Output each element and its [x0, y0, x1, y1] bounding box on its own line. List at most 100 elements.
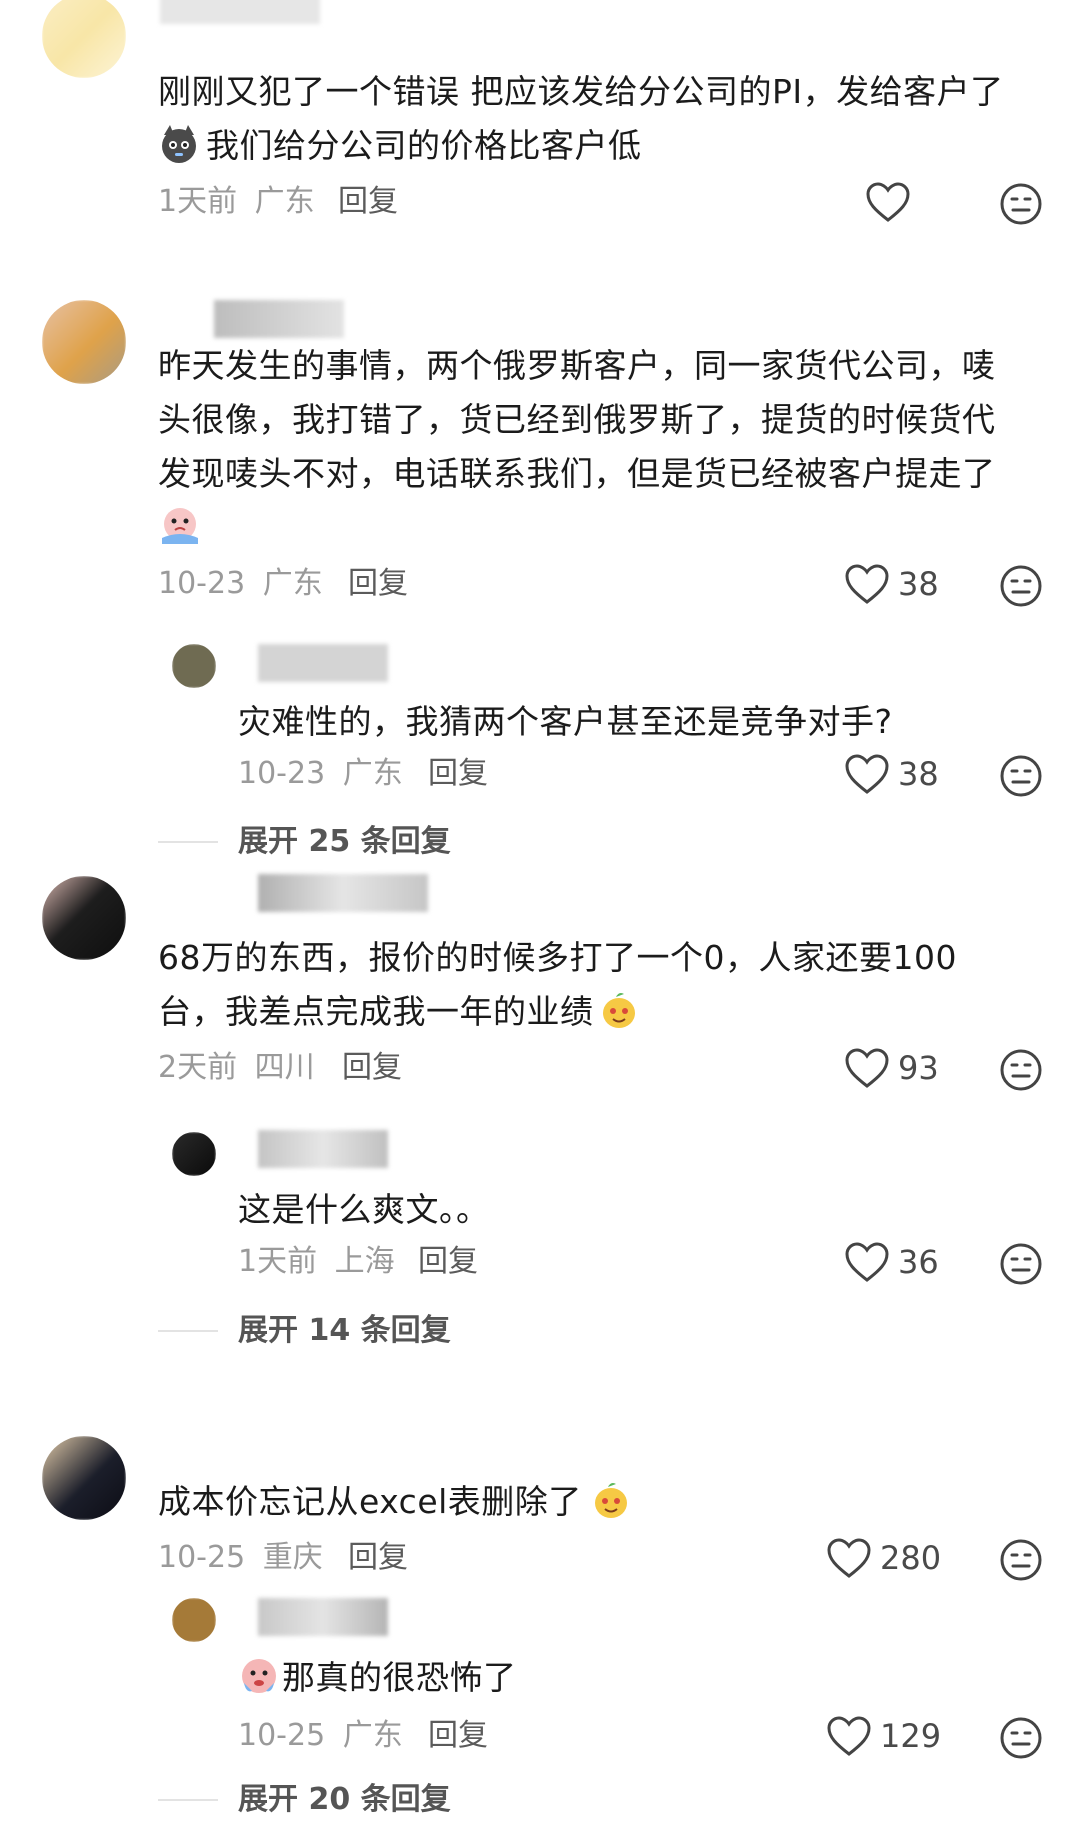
heart-outline-icon	[827, 1538, 871, 1578]
avatar[interactable]	[42, 1436, 126, 1520]
comment-date: 1天前 广东	[158, 182, 315, 222]
mango-emoji	[590, 1479, 632, 1521]
avatar[interactable]	[172, 1598, 216, 1642]
like-count: 38	[898, 565, 939, 603]
location-label: 重庆	[262, 1540, 323, 1575]
like-count: 129	[880, 1717, 942, 1755]
comment-text-line: 昨天发生的事情，两个俄罗斯客户，同一家货代公司，唛	[158, 346, 996, 385]
comment-date: 10-25 重庆	[158, 1538, 323, 1578]
heart-outline-icon	[845, 564, 889, 604]
like-count: 38	[898, 755, 939, 793]
location-label: 广东	[262, 566, 323, 601]
date-label: 1天前	[238, 1244, 318, 1279]
reply-text-fragment: 那真的很恐怖了	[282, 1658, 517, 1697]
expand-replies-button[interactable]: 展开 25 条回复	[238, 822, 451, 862]
comment-text-line: 我们给分公司的价格比客户低	[158, 118, 642, 173]
username-blurred[interactable]	[258, 644, 388, 682]
date-label: 10-25	[158, 1540, 246, 1575]
like-button[interactable]: 93	[844, 1046, 939, 1090]
reply-button[interactable]: 回复	[348, 564, 408, 604]
heart-outline-icon	[827, 1716, 871, 1756]
dislike-button[interactable]	[999, 1242, 1043, 1286]
heart-outline-icon	[845, 1242, 889, 1282]
comment-text-line: 头很像，我打错了，货已经到俄罗斯了，提货的时候货代	[158, 400, 996, 439]
neutral-face-icon	[1000, 1539, 1042, 1581]
neutral-face-icon	[1000, 1049, 1042, 1091]
dislike-button[interactable]	[999, 1716, 1043, 1760]
like-button[interactable]: 129	[826, 1714, 941, 1758]
expand-divider	[158, 841, 218, 843]
reply-text: 灾难性的，我猜两个客户甚至还是竞争对手?	[238, 702, 893, 741]
comment-text-line: 发现唛头不对，电话联系我们，但是货已经被客户提走了	[158, 454, 996, 493]
expand-replies-button[interactable]: 展开 14 条回复	[238, 1311, 451, 1351]
like-button[interactable]: 38	[844, 562, 939, 606]
date-label: 10-25	[238, 1718, 326, 1753]
reply-button[interactable]: 回复	[338, 182, 398, 222]
like-count: 36	[898, 1243, 939, 1281]
dislike-button[interactable]	[999, 564, 1043, 608]
reply-button[interactable]: 回复	[418, 1242, 478, 1282]
username-blurred[interactable]	[258, 874, 428, 912]
location-label: 上海	[334, 1244, 395, 1279]
neutral-face-icon	[1000, 755, 1042, 797]
like-button[interactable]	[865, 180, 919, 224]
like-button[interactable]: 36	[844, 1240, 939, 1284]
date-label: 1天前	[158, 184, 238, 219]
comment-date: 10-23 广东	[158, 564, 323, 604]
reply-button[interactable]: 回复	[428, 1716, 488, 1756]
avatar[interactable]	[172, 644, 216, 688]
crying-emoji	[238, 1655, 280, 1697]
date-label: 2天前	[158, 1050, 238, 1085]
like-count: 280	[880, 1539, 942, 1577]
username-blurred[interactable]	[258, 1130, 388, 1168]
neutral-face-icon	[1000, 183, 1042, 225]
reply-text: 那真的很恐怖了	[238, 1650, 517, 1705]
neutral-face-icon	[1000, 1717, 1042, 1759]
avatar[interactable]	[42, 300, 126, 384]
date-label: 10-23	[238, 756, 326, 791]
reply-date: 10-25 广东	[238, 1716, 403, 1756]
avatar[interactable]	[42, 0, 126, 78]
like-button[interactable]: 280	[826, 1536, 941, 1580]
reply-text: 这是什么爽文。。	[238, 1190, 490, 1229]
location-label: 四川	[254, 1050, 315, 1085]
comment-text-line: 刚刚又犯了一个错误 把应该发给分公司的PI，发给客户了	[158, 72, 1004, 111]
location-label: 广东	[342, 1718, 403, 1753]
neutral-face-icon	[1000, 565, 1042, 607]
dislike-button[interactable]	[999, 1048, 1043, 1092]
comment-date: 2天前 四川	[158, 1048, 315, 1088]
heart-outline-icon	[866, 182, 910, 222]
heart-outline-icon	[845, 1048, 889, 1088]
comment-text-fragment: 我们给分公司的价格比客户低	[206, 126, 642, 165]
neutral-face-icon	[1000, 1243, 1042, 1285]
avatar[interactable]	[172, 1132, 216, 1176]
date-label: 10-23	[158, 566, 246, 601]
crying-emoji	[158, 504, 202, 548]
reply-date: 1天前 上海	[238, 1242, 395, 1282]
cat-emoji	[158, 123, 200, 165]
expand-divider	[158, 1799, 218, 1801]
avatar[interactable]	[42, 876, 126, 960]
comment-text-line: 68万的东西，报价的时候多打了一个0，人家还要100	[158, 938, 957, 977]
username-blurred[interactable]	[160, 0, 320, 24]
comment-text-fragment: 台，我差点完成我一年的业绩	[158, 992, 594, 1031]
comment-text-line: 成本价忘记从excel表删除了	[158, 1474, 632, 1529]
location-label: 广东	[254, 184, 315, 219]
dislike-button[interactable]	[999, 182, 1043, 226]
reply-button[interactable]: 回复	[428, 754, 488, 794]
dislike-button[interactable]	[999, 754, 1043, 798]
reply-button[interactable]: 回复	[348, 1538, 408, 1578]
heart-outline-icon	[845, 754, 889, 794]
comment-text-line: 台，我差点完成我一年的业绩	[158, 984, 640, 1039]
mango-emoji	[598, 989, 640, 1031]
username-blurred[interactable]	[258, 1598, 388, 1636]
dislike-button[interactable]	[999, 1538, 1043, 1582]
reply-button[interactable]: 回复	[342, 1048, 402, 1088]
expand-divider	[158, 1330, 218, 1332]
expand-replies-button[interactable]: 展开 20 条回复	[238, 1780, 451, 1820]
location-label: 广东	[342, 756, 403, 791]
like-button[interactable]: 38	[844, 752, 939, 796]
like-count: 93	[898, 1049, 939, 1087]
reply-date: 10-23 广东	[238, 754, 403, 794]
username-blurred[interactable]	[214, 300, 344, 338]
